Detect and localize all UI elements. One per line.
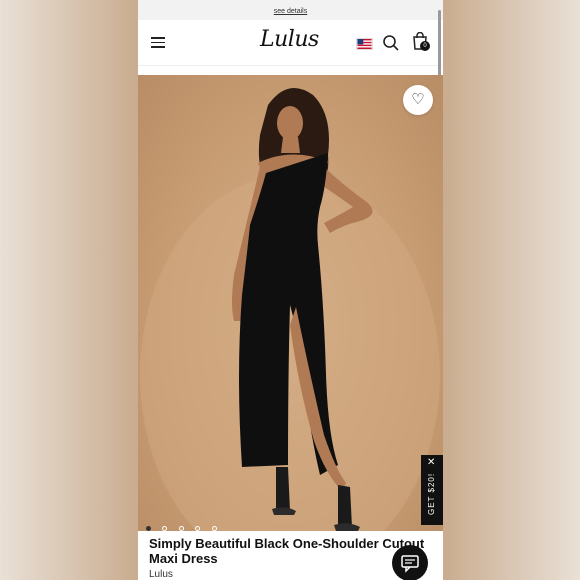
get-20-label: GET $20! bbox=[427, 472, 436, 515]
carousel-dot-3[interactable] bbox=[178, 526, 184, 531]
bag-count-badge: 0 bbox=[420, 41, 430, 51]
shopping-bag-button[interactable]: 0 bbox=[412, 31, 432, 54]
product-image[interactable]: ♡ bbox=[138, 75, 443, 531]
carousel-dots bbox=[146, 518, 224, 531]
site-header: Lulus 0 bbox=[138, 20, 443, 66]
model-in-black-dress bbox=[140, 87, 440, 531]
lulus-logo[interactable]: Lulus bbox=[260, 26, 320, 54]
product-brand[interactable]: Lulus bbox=[149, 569, 173, 580]
carousel-dot-5[interactable] bbox=[211, 526, 217, 531]
see-details-link[interactable]: see details bbox=[274, 8, 307, 15]
product-title: Simply Beautiful Black One-Shoulder Cuto… bbox=[149, 536, 425, 566]
mobile-page: see details Lulus 0 ♡ ✕ GET $20! Simply … bbox=[138, 0, 443, 580]
get-20-promo-tab[interactable]: ✕ GET $20! bbox=[421, 455, 443, 525]
wishlist-button[interactable]: ♡ bbox=[403, 85, 433, 115]
carousel-dot-1[interactable] bbox=[146, 526, 151, 531]
heart-icon: ♡ bbox=[411, 91, 425, 108]
promo-bar: see details bbox=[138, 0, 443, 20]
us-flag-icon[interactable] bbox=[356, 38, 373, 50]
menu-icon[interactable] bbox=[151, 37, 165, 48]
chat-button[interactable] bbox=[392, 545, 428, 580]
chat-icon bbox=[401, 555, 419, 573]
search-icon[interactable] bbox=[382, 34, 400, 52]
